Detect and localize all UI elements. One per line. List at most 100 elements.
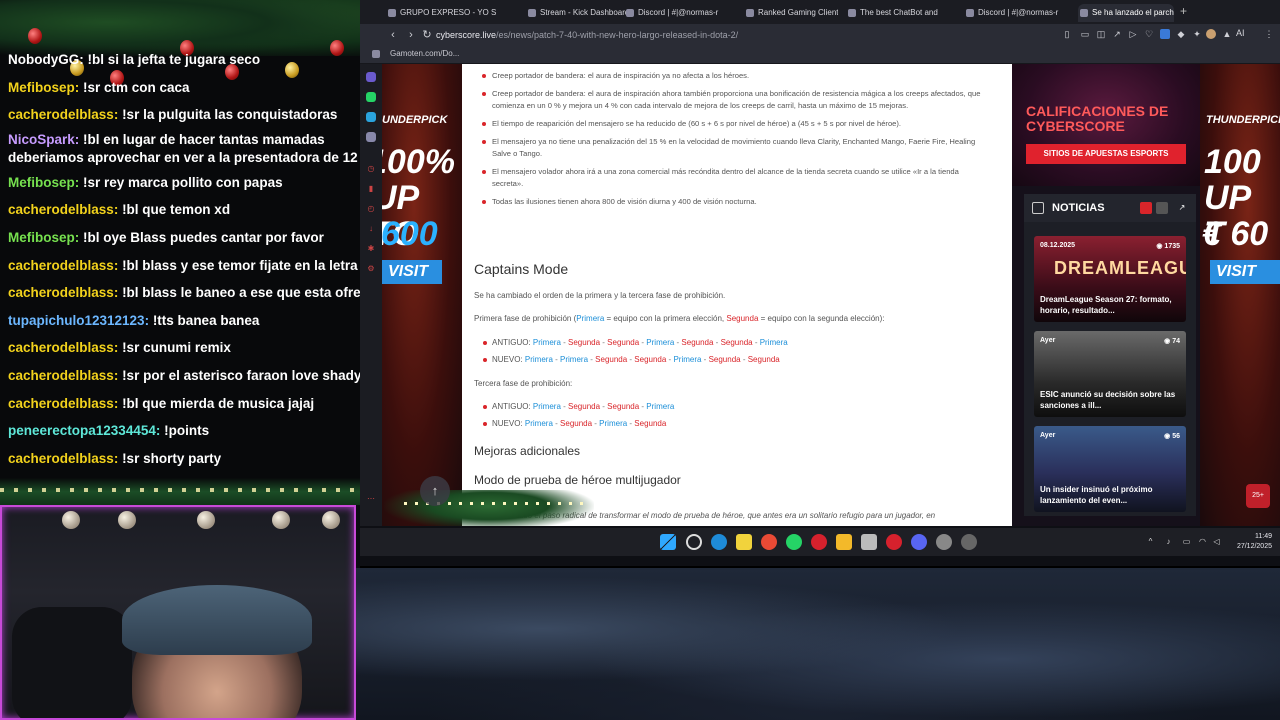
clock-date: 27/12/2025 — [1236, 543, 1272, 550]
chat-username[interactable]: cacherodelblass — [8, 107, 114, 122]
chat-username[interactable]: cacherodelblass — [8, 451, 114, 466]
extensions-icon[interactable]: ✱ — [366, 244, 376, 254]
chat-message: cacherodelblass: !sr cunumi remix — [8, 334, 360, 362]
ban-slot: Segunda — [560, 419, 593, 428]
chat-username[interactable]: cacherodelblass — [8, 340, 114, 355]
browser-tab[interactable]: The best ChatBot and — [846, 4, 952, 22]
extensions-puzzle-icon[interactable]: ✦ — [1192, 29, 1202, 39]
left-ad-banner[interactable]: UNDERPICK 100% UP TO €600 VISIT — [382, 64, 462, 526]
share-icon[interactable]: ↗ — [1112, 29, 1122, 39]
chat-username[interactable]: tupapichulo12312123 — [8, 313, 145, 328]
heart-icon[interactable]: ♡ — [1144, 29, 1154, 39]
chat-separator: : — [74, 131, 84, 147]
app-icon[interactable] — [961, 534, 977, 550]
chat-username[interactable]: NicoSpark — [8, 132, 75, 147]
chat-username[interactable]: Mefibosep — [8, 175, 75, 190]
menu-icon[interactable]: ⋮ — [1264, 29, 1274, 39]
history-icon[interactable]: ◴ — [366, 204, 376, 214]
extension-icon[interactable] — [1160, 29, 1170, 39]
telegram-icon[interactable] — [366, 112, 376, 122]
search-icon[interactable] — [686, 534, 702, 550]
chat-username[interactable]: cacherodelblass — [8, 258, 114, 273]
chat-separator: : — [144, 312, 153, 328]
bookmark-item[interactable]: Gamoten.com/Do... — [390, 49, 459, 58]
whatsapp-icon[interactable] — [366, 92, 376, 102]
chat-username[interactable]: peneerectopa12334454 — [8, 423, 156, 438]
chat-separator: : — [113, 202, 123, 218]
browser-tab[interactable]: Stream - Kick Dashboard — [526, 4, 632, 22]
reload-icon[interactable]: ↻ — [420, 28, 434, 42]
chat-text: !sr por el asterisco faraon love shady — [122, 367, 360, 383]
opera-gx-icon[interactable] — [811, 534, 827, 550]
messenger-icon[interactable] — [366, 132, 376, 142]
translate-icon[interactable]: ▭ — [1080, 29, 1090, 39]
right-ad-banner[interactable]: THUNDERPICK 100 UP T € 60 VISIT — [1200, 64, 1280, 526]
chat-username[interactable]: cacherodelblass — [8, 368, 114, 383]
changelog-item: Creep portador de bandera: el aura de in… — [480, 70, 992, 82]
taskbar-clock[interactable]: 11:49 27/12/2025 — [1214, 532, 1272, 552]
bookmark-icon[interactable]: ▮ — [366, 184, 376, 194]
microphone-icon[interactable]: ♪ — [1164, 537, 1173, 546]
ratings-promo[interactable]: CALIFICACIONES DE CYBERSCORE SITIOS DE A… — [1012, 64, 1200, 186]
url-field[interactable]: cyberscore.live/es/news/patch-7-40-with-… — [436, 28, 936, 42]
ad-visit-button[interactable]: VISIT — [382, 260, 442, 284]
browser-tab[interactable]: Ranked Gaming Client — [744, 4, 838, 22]
chat-username[interactable]: cacherodelblass — [8, 202, 114, 217]
keyboard-icon[interactable]: ▭ — [1182, 537, 1191, 546]
play-icon[interactable]: ▷ — [1128, 29, 1138, 39]
browser-tab[interactable]: Discord | #|@normas-r — [964, 4, 1070, 22]
news-card[interactable]: Ayer ◉ 74 ESIC anunció su decisión sobre… — [1034, 331, 1186, 417]
chrome-icon[interactable] — [761, 534, 777, 550]
chat-username[interactable]: NobodyGG — [8, 52, 79, 67]
download-icon[interactable]: ↓ — [366, 224, 376, 234]
chat-widget-button[interactable]: 25+ — [1246, 484, 1270, 508]
ai-button[interactable]: AI — [1236, 28, 1245, 38]
tray-chevron-icon[interactable]: ^ — [1146, 537, 1155, 546]
edge-icon[interactable] — [711, 534, 727, 550]
chat-separator: : — [74, 229, 84, 245]
file-explorer-icon[interactable] — [836, 534, 852, 550]
app-icon[interactable] — [886, 534, 902, 550]
obs-icon[interactable] — [936, 534, 952, 550]
chat-separator: : — [74, 79, 84, 95]
store-icon[interactable] — [861, 534, 877, 550]
external-link-icon[interactable]: ↗ — [1176, 202, 1188, 214]
network-icon[interactable]: ◠ — [1198, 537, 1207, 546]
aria-icon[interactable]: ▲ — [1222, 29, 1232, 39]
reader-icon[interactable]: ▯ — [1062, 29, 1072, 39]
chat-username[interactable]: Mefibosep — [8, 230, 75, 245]
video-filter-icon[interactable] — [1140, 202, 1152, 214]
text-fragment: Segunda — [726, 314, 759, 323]
news-card[interactable]: 08.12.2025 ◉ 1735 DREAMLEAGUE DreamLeagu… — [1034, 236, 1186, 322]
sequence-label: NUEVO: — [492, 419, 525, 428]
extension-icon[interactable]: ◆ — [1176, 29, 1186, 39]
back-icon[interactable]: ‹ — [386, 28, 400, 42]
notes-icon[interactable] — [736, 534, 752, 550]
snapshot-icon[interactable]: ◫ — [1096, 29, 1106, 39]
promo-button[interactable]: SITIOS DE APUESTAS ESPORTS — [1026, 144, 1186, 164]
profile-avatar-icon[interactable] — [1206, 29, 1216, 39]
chat-username[interactable]: cacherodelblass — [8, 396, 114, 411]
browser-tab[interactable]: Se ha lanzado el parche 7 — [1078, 4, 1174, 22]
chat-message: cacherodelblass: !bl blass le baneo a es… — [8, 279, 360, 307]
scroll-to-top-button[interactable]: ↑ — [420, 476, 450, 506]
discord-icon[interactable] — [911, 534, 927, 550]
settings-icon[interactable]: ⚙ — [366, 264, 376, 274]
text-fragment: = equipo con la segunda elección): — [758, 314, 885, 323]
browser-tab[interactable]: Discord | #|@normas-r — [624, 4, 734, 22]
twitch-icon[interactable] — [366, 72, 376, 82]
ban-order-old: ANTIGUO: Primera - Segunda - Segunda - P… — [482, 338, 788, 347]
start-icon[interactable] — [660, 534, 676, 550]
more-icon[interactable]: ⋯ — [366, 494, 376, 504]
clock-icon[interactable]: ◷ — [366, 164, 376, 174]
whatsapp-icon[interactable] — [786, 534, 802, 550]
chat-username[interactable]: cacherodelblass — [8, 285, 114, 300]
ad-visit-button[interactable]: VISIT — [1210, 260, 1280, 284]
forward-icon[interactable]: › — [404, 28, 418, 42]
ban-slot: Segunda — [747, 355, 780, 364]
article-filter-icon[interactable] — [1156, 202, 1168, 214]
new-tab-button[interactable]: + — [1180, 4, 1187, 18]
chat-username[interactable]: Mefibosep — [8, 80, 75, 95]
news-card[interactable]: Ayer ◉ 56 Un insider insinuó el próximo … — [1034, 426, 1186, 512]
browser-tab[interactable]: GRUPO EXPRESO - YO SO — [386, 4, 496, 22]
